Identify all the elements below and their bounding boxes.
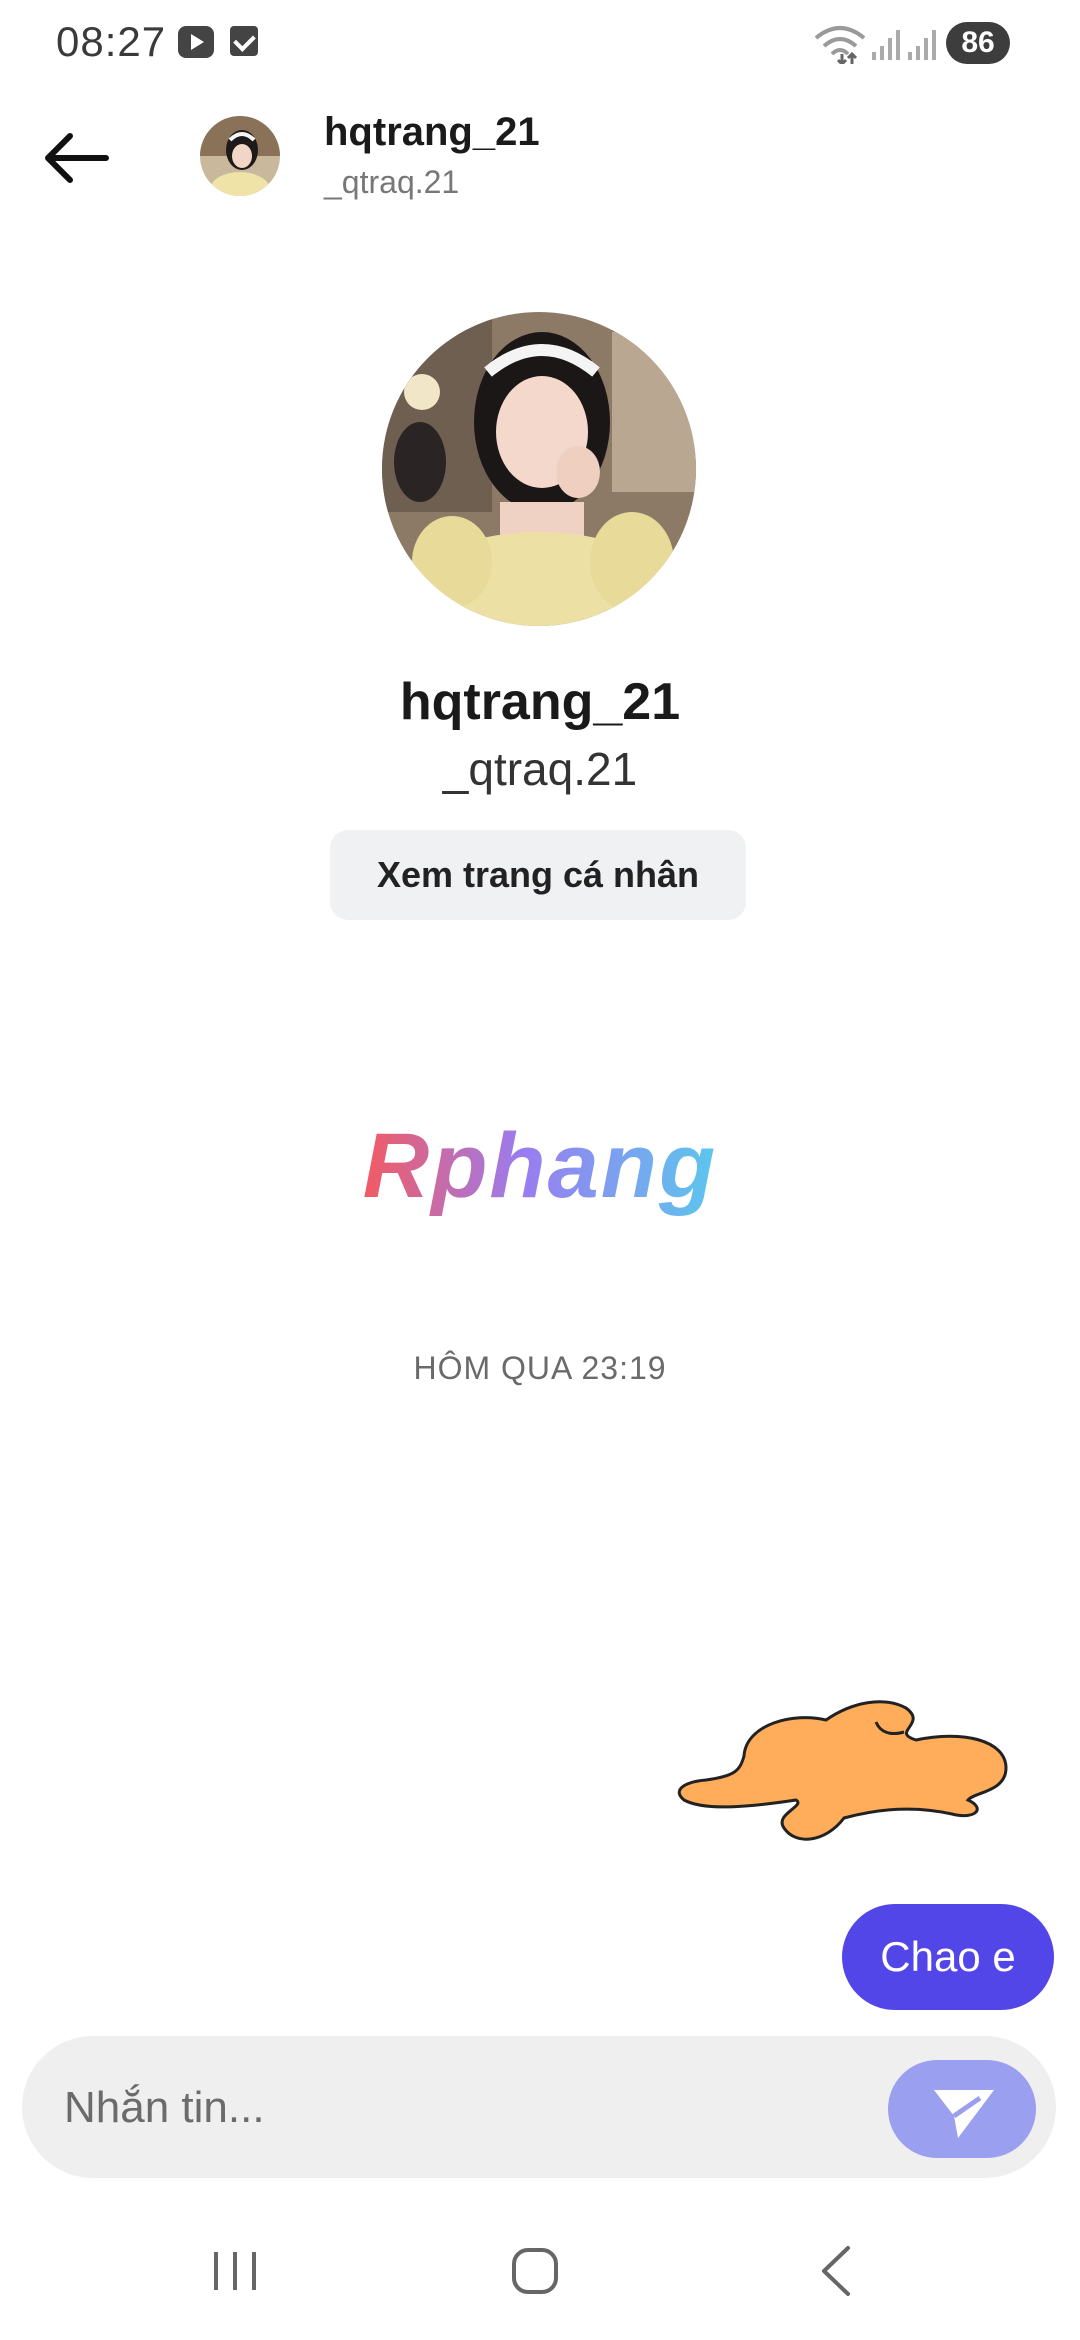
header-avatar[interactable] bbox=[200, 116, 280, 196]
date-divider: HÔM QUA 23:19 bbox=[413, 1350, 667, 1386]
battery-indicator: 86 bbox=[946, 22, 1010, 64]
nav-back-button[interactable] bbox=[782, 2226, 892, 2316]
youtube-icon bbox=[178, 26, 214, 58]
nav-recents-button[interactable] bbox=[180, 2226, 290, 2316]
send-icon bbox=[934, 2090, 994, 2138]
header-handle: _qtraq.21 bbox=[324, 164, 460, 200]
sticker-blob bbox=[677, 1700, 1008, 1841]
status-time: 08:27 bbox=[56, 18, 167, 65]
back-icon bbox=[822, 2246, 850, 2296]
signal-icon bbox=[908, 30, 936, 60]
message-bubble-sent[interactable]: Chao e bbox=[842, 1904, 1054, 2010]
sticker-message[interactable] bbox=[676, 1696, 1010, 1844]
message-input[interactable] bbox=[62, 2036, 886, 2180]
wifi-icon bbox=[814, 26, 866, 64]
send-button[interactable] bbox=[888, 2060, 1036, 2158]
profile-handle: _qtraq.21 bbox=[442, 743, 638, 795]
watermark-logo: Rphang bbox=[362, 1115, 718, 1217]
signal-icon bbox=[872, 30, 900, 60]
nav-home-button[interactable] bbox=[480, 2226, 590, 2316]
view-profile-button[interactable]: Xem trang cá nhân bbox=[330, 830, 746, 920]
profile-username: hqtrang_21 bbox=[399, 673, 681, 731]
profile-avatar[interactable] bbox=[382, 312, 696, 626]
status-bar: 08:27 86 bbox=[0, 0, 1080, 90]
recents-icon bbox=[214, 2252, 256, 2290]
back-button[interactable] bbox=[40, 120, 120, 200]
header-username[interactable]: hqtrang_21 bbox=[324, 110, 540, 155]
task-check-icon bbox=[230, 26, 258, 56]
back-arrow-icon bbox=[45, 133, 109, 183]
home-icon bbox=[512, 2248, 558, 2294]
